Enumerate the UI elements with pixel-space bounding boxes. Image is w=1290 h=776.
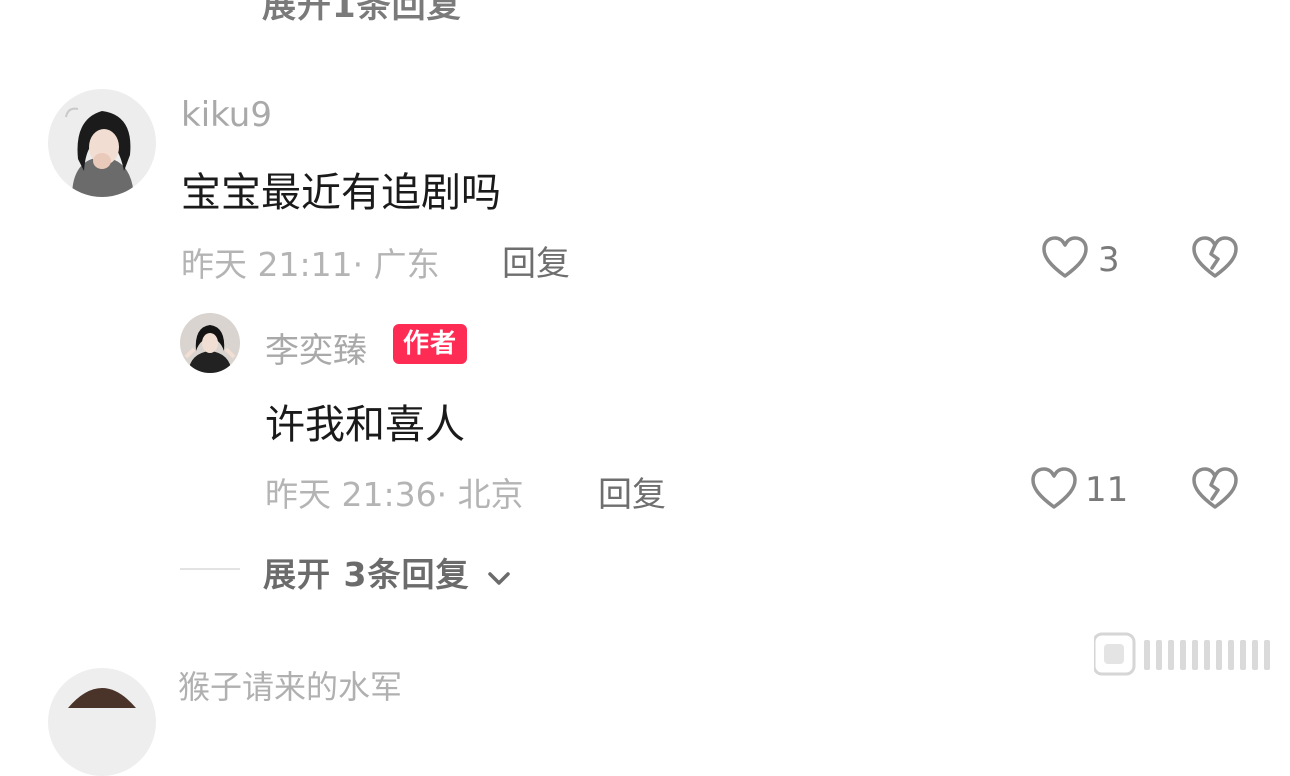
author-badge: 作者	[393, 324, 468, 364]
next-username-partial[interactable]: 猴子请来的水军	[178, 662, 402, 708]
comment-text: 宝宝最近有追剧吗	[181, 170, 501, 216]
next-avatar-partial[interactable]	[48, 668, 156, 776]
chevron-down-icon	[486, 557, 512, 596]
expand-replies-partial[interactable]: 展开1条回复	[262, 0, 462, 27]
expand-replies-label: 展开 3条回复	[263, 555, 470, 594]
heart-outline-icon[interactable]	[1040, 234, 1090, 280]
reply-like-count: 11	[1085, 470, 1129, 510]
comment-username[interactable]: kiku9	[181, 95, 272, 135]
watermark-logo	[1092, 632, 1280, 676]
comment-time-location: 昨天 21:11· 广东	[181, 245, 440, 284]
reply-reply-button[interactable]: 回复	[598, 467, 666, 516]
reply-avatar[interactable]	[180, 313, 240, 373]
reply-username[interactable]: 李奕臻	[265, 323, 367, 372]
expand-divider	[180, 568, 240, 570]
broken-heart-icon[interactable]	[1190, 465, 1240, 511]
expand-replies-button[interactable]: 展开 3条回复	[263, 548, 512, 596]
reply-text: 许我和喜人	[265, 402, 465, 448]
reply-time-location: 昨天 21:36· 北京	[265, 475, 524, 514]
heart-outline-icon[interactable]	[1029, 465, 1079, 511]
broken-heart-icon[interactable]	[1190, 234, 1240, 280]
like-count: 3	[1098, 240, 1120, 280]
avatar[interactable]	[48, 89, 156, 197]
reply-button[interactable]: 回复	[502, 236, 570, 285]
